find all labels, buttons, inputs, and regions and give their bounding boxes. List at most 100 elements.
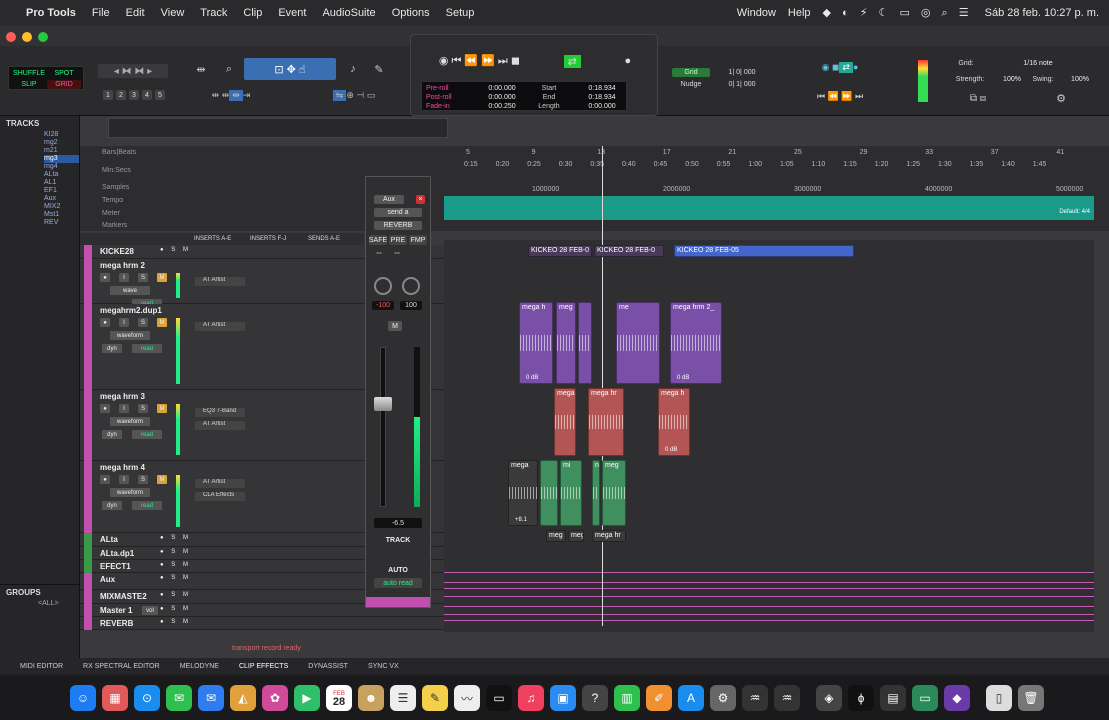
audio-app-2-icon[interactable]: ♒: [774, 685, 800, 711]
menu-help[interactable]: Help: [788, 7, 811, 19]
tab-clip-effects[interactable]: CLIP EFFECTS: [239, 663, 288, 670]
insert-slot[interactable]: AT Artist: [195, 421, 245, 430]
input-button[interactable]: I: [119, 475, 129, 484]
zoom-preset-5[interactable]: 5: [155, 90, 165, 100]
record-icon[interactable]: ●: [100, 318, 110, 327]
pan-right-knob[interactable]: [402, 277, 420, 295]
help-icon[interactable]: ?: [582, 685, 608, 711]
edit-canvas[interactable]: [444, 240, 1094, 632]
view-selector[interactable]: waveform: [110, 417, 150, 426]
audio-clip[interactable]: KICKEO 28 FEB-0: [594, 245, 664, 257]
solo-button[interactable]: S: [138, 404, 148, 413]
pan-left-value[interactable]: -100: [372, 301, 394, 310]
spot-mode-button[interactable]: SPOT: [47, 69, 81, 78]
tracks-list-item[interactable]: AL1: [44, 179, 79, 187]
track-name[interactable]: Master 1: [100, 606, 132, 615]
menu-options[interactable]: Options: [392, 7, 430, 19]
shuffle-mode-button[interactable]: SHUFFLE: [12, 69, 46, 78]
volume-view-selector[interactable]: vol: [142, 606, 158, 615]
audio-clip[interactable]: mega: [554, 388, 576, 456]
fadein-value[interactable]: 0:00.250: [482, 102, 522, 110]
minimize-window-icon[interactable]: [22, 32, 32, 42]
zoom-preset-4[interactable]: 4: [142, 90, 152, 100]
mute-button[interactable]: M: [157, 475, 167, 484]
dyn-selector[interactable]: dyn: [102, 344, 122, 353]
transport-nav-controls[interactable]: ⏮ ⏪ ⏩ ⏭: [790, 90, 890, 102]
menu-audiosuite[interactable]: AudioSuite: [322, 7, 375, 19]
zoom-controls[interactable]: ◂ ⧓ ⧓ ▸: [98, 64, 168, 78]
strip-bus[interactable]: REVERB: [374, 221, 422, 230]
track-name[interactable]: megahrm2.dup1: [100, 306, 162, 315]
preroll-value[interactable]: 0:00.000: [482, 84, 522, 92]
start-value[interactable]: 0:18.934: [582, 84, 622, 92]
record-icon[interactable]: ●: [100, 475, 110, 484]
track-row[interactable]: REVERB ● S M: [80, 617, 444, 630]
settings-icon[interactable]: ⚙: [710, 685, 736, 711]
fader-value[interactable]: -6.5: [374, 518, 422, 528]
menu-track[interactable]: Track: [200, 7, 227, 19]
dyn-selector[interactable]: dyn: [102, 430, 122, 439]
record-icon[interactable]: ●: [100, 404, 110, 413]
track-name[interactable]: mega hrm 3: [100, 392, 145, 401]
tracks-list-item[interactable]: mg2: [44, 139, 79, 147]
plugin-app-icon[interactable]: ◈: [816, 685, 842, 711]
tab-midi-editor[interactable]: MIDI EDITOR: [20, 663, 63, 670]
groups-all-item[interactable]: <ALL>: [0, 600, 79, 607]
dyn-selector[interactable]: dyn: [102, 501, 122, 510]
tracks-list-item[interactable]: m21: [44, 147, 79, 155]
audio-clip[interactable]: KICKEO 28 FEB-0: [528, 245, 592, 257]
link-options[interactable]: ⇋ ⊕ ⊣ ▭: [302, 89, 406, 101]
view-selector[interactable]: waveform: [110, 488, 150, 497]
insert-slot[interactable]: CLA Effects: [195, 492, 245, 501]
pages-icon[interactable]: ✐: [646, 685, 672, 711]
input-button[interactable]: I: [119, 318, 129, 327]
automation-selector[interactable]: read: [132, 430, 162, 439]
terminal-icon[interactable]: ▭: [912, 685, 938, 711]
audio-clip[interactable]: mega hrm 2_ 0 dB: [670, 302, 722, 384]
view-selector[interactable]: wave: [110, 286, 150, 295]
audio-clip[interactable]: n: [592, 460, 600, 526]
tracks-list-item[interactable]: Mst1: [44, 211, 79, 219]
document-icon[interactable]: ▯: [986, 685, 1012, 711]
view-selector[interactable]: waveform: [110, 331, 150, 340]
strip-send[interactable]: send a: [374, 208, 422, 217]
audio-clip[interactable]: meg: [546, 530, 566, 542]
input-button[interactable]: I: [119, 404, 129, 413]
link-icon[interactable]: ⇔: [390, 247, 404, 257]
strength-value[interactable]: 100%: [998, 74, 1026, 84]
track-controls[interactable]: ● S M: [160, 549, 191, 555]
audio-clip[interactable]: meg: [556, 302, 576, 384]
trim-tool-icon[interactable]: ⇹: [192, 62, 210, 76]
track-controls[interactable]: ● S M: [160, 592, 191, 598]
pro-tools-icon[interactable]: ɸ: [848, 685, 874, 711]
track-controls[interactable]: ● S M: [160, 562, 191, 568]
insert-slot[interactable]: EQ3 7-Band: [195, 408, 245, 417]
audio-clip[interactable]: mega +8.1: [508, 460, 538, 526]
slip-mode-button[interactable]: SLIP: [12, 80, 46, 89]
grid-value-field[interactable]: 1| 0| 000: [714, 68, 770, 77]
pan-right-value[interactable]: 100: [400, 301, 422, 310]
link-icon[interactable]: ⇔: [372, 247, 386, 257]
toolbox-icon[interactable]: ▤: [880, 685, 906, 711]
fmp-button[interactable]: FMP: [409, 235, 427, 245]
gear-icon[interactable]: ⚙: [1054, 92, 1068, 105]
tracks-list-item[interactable]: REV: [44, 219, 79, 227]
track-controls[interactable]: ● S M: [160, 619, 191, 625]
audio-clip[interactable]: [540, 460, 558, 526]
solo-button[interactable]: S: [138, 318, 148, 327]
tv-icon[interactable]: ▭: [486, 685, 512, 711]
mail-icon[interactable]: ✉: [198, 685, 224, 711]
auto-mode-select[interactable]: auto read: [374, 578, 422, 588]
insert-slot[interactable]: AT Artist: [195, 322, 245, 331]
transport-buttons[interactable]: ◉ ⏮ ⏪ ⏩ ⏭ ◼ ⇄ ●: [417, 53, 653, 69]
menu-clip[interactable]: Clip: [243, 7, 262, 19]
clock[interactable]: Sáb 28 feb. 10:27 p. m.: [985, 7, 1099, 19]
grid-mode-button[interactable]: GRID: [47, 80, 81, 89]
tab-rx-spectral-editor[interactable]: RX SPECTRAL EDITOR: [83, 663, 160, 670]
contacts-icon[interactable]: ☻: [358, 685, 384, 711]
audio-clip[interactable]: mega hr: [588, 388, 624, 456]
menu-file[interactable]: File: [92, 7, 110, 19]
automation-selector[interactable]: read: [132, 501, 162, 510]
solo-button[interactable]: S: [138, 475, 148, 484]
grid-button[interactable]: Grid: [672, 68, 710, 77]
